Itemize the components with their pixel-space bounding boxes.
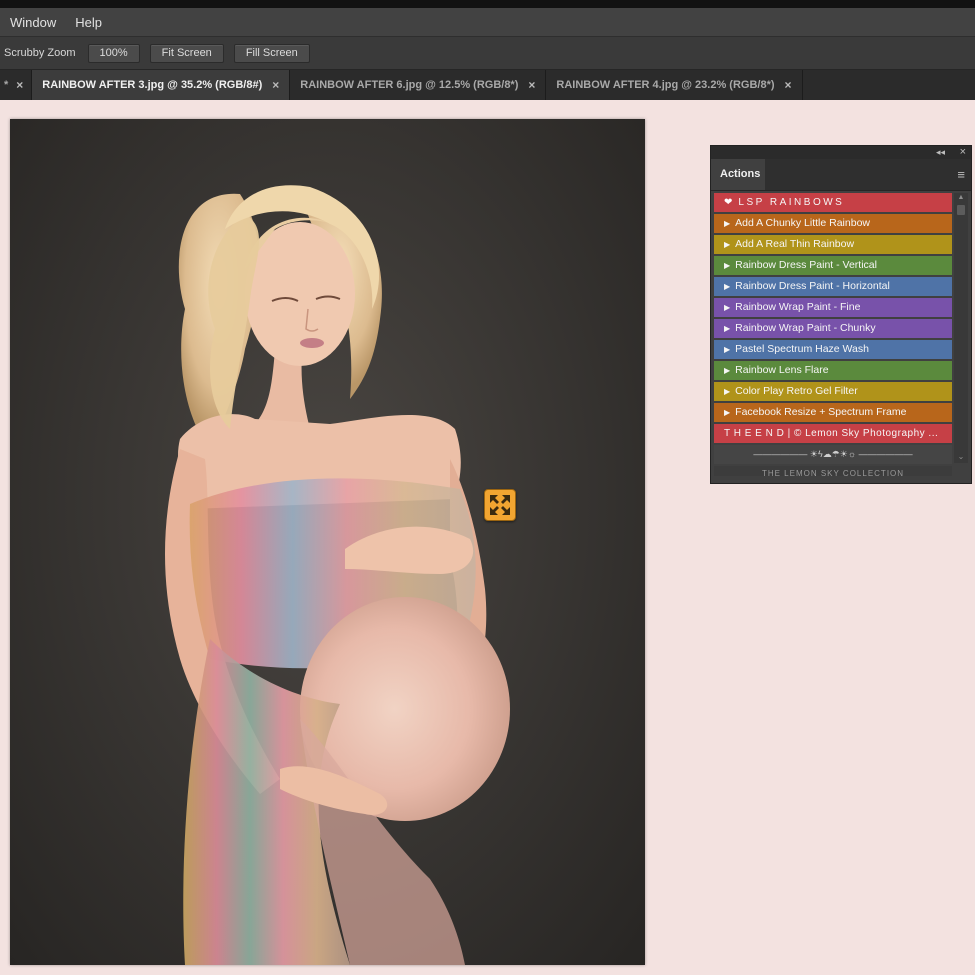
action-label: Rainbow Lens Flare xyxy=(735,364,829,376)
tab-rainbow-after-6[interactable]: RAINBOW AFTER 6.jpg @ 12.5% (RGB/8*) × xyxy=(290,70,547,100)
action-set-lsp-rainbows[interactable]: ❤ LSP RAINBOWS xyxy=(714,193,952,212)
tab-rainbow-after-3[interactable]: RAINBOW AFTER 3.jpg @ 35.2% (RGB/8#) × xyxy=(32,70,291,100)
close-icon[interactable]: × xyxy=(785,78,792,92)
play-icon: ▶ xyxy=(724,366,731,375)
action-label: Facebook Resize + Spectrum Frame xyxy=(735,406,907,418)
panel-header: ◂◂ × xyxy=(711,146,971,159)
panel-tab-row: Actions ≡ xyxy=(711,159,971,191)
play-icon: ▶ xyxy=(724,345,731,354)
scrubby-zoom-option[interactable]: Scrubby Zoom xyxy=(4,47,76,59)
action-label: Rainbow Wrap Paint - Fine xyxy=(735,301,861,313)
menu-window[interactable]: Window xyxy=(0,15,65,30)
collapse-icon[interactable]: ◂◂ xyxy=(936,146,945,159)
action-collection-footer[interactable]: THE LEMON SKY COLLECTION xyxy=(714,466,952,476)
tab-label: * xyxy=(4,79,9,91)
action-item[interactable]: ▶ Rainbow Dress Paint - Vertical xyxy=(714,256,952,275)
menu-bar: Window Help xyxy=(0,8,975,37)
document-canvas[interactable] xyxy=(10,119,645,965)
tab-label: RAINBOW AFTER 6.jpg @ 12.5% (RGB/8*) xyxy=(300,79,519,91)
document-tab-bar: * × RAINBOW AFTER 3.jpg @ 35.2% (RGB/8#)… xyxy=(0,70,975,100)
scroll-up-icon[interactable]: ▲ xyxy=(954,193,968,203)
fill-screen-button[interactable]: Fill Screen xyxy=(233,43,310,63)
action-item[interactable]: ▶ Rainbow Dress Paint - Horizontal xyxy=(714,277,952,296)
close-icon[interactable]: × xyxy=(16,78,23,92)
zoom-100-button[interactable]: 100% xyxy=(87,43,140,63)
action-item[interactable]: ▶ Rainbow Wrap Paint - Fine xyxy=(714,298,952,317)
action-set-label: LSP RAINBOWS xyxy=(738,197,845,208)
action-item[interactable]: ▶ Add A Real Thin Rainbow xyxy=(714,235,952,254)
scroll-down-icon[interactable]: ⌄ xyxy=(954,452,968,461)
expand-arrows-icon xyxy=(484,489,516,521)
menu-help[interactable]: Help xyxy=(65,15,111,30)
tab-actions[interactable]: Actions xyxy=(711,159,765,190)
action-label: Rainbow Wrap Paint - Chunky xyxy=(735,322,876,334)
action-item[interactable]: ▶ Color Play Retro Gel Filter xyxy=(714,382,952,401)
scroll-thumb[interactable] xyxy=(957,205,965,215)
options-bar: Scrubby Zoom 100% Fit Screen Fill Screen xyxy=(0,37,975,70)
action-label: T H E E N D | © Lemon Sky Photography ..… xyxy=(724,428,939,439)
action-label: Add A Chunky Little Rainbow xyxy=(735,217,870,229)
action-label: Color Play Retro Gel Filter xyxy=(735,385,858,397)
action-label: Add A Real Thin Rainbow xyxy=(735,238,855,250)
action-item[interactable]: ▶ Pastel Spectrum Haze Wash xyxy=(714,340,952,359)
fit-screen-button[interactable]: Fit Screen xyxy=(149,43,224,63)
play-icon: ▶ xyxy=(724,240,731,249)
close-icon[interactable]: × xyxy=(272,78,279,92)
action-label: Rainbow Dress Paint - Horizontal xyxy=(735,280,890,292)
title-strip xyxy=(0,0,975,8)
maternity-photo xyxy=(165,185,510,965)
play-icon: ▶ xyxy=(724,387,731,396)
play-icon: ▶ xyxy=(724,303,731,312)
action-label: Rainbow Dress Paint - Vertical xyxy=(735,259,877,271)
tab-label: RAINBOW AFTER 3.jpg @ 35.2% (RGB/8#) xyxy=(42,79,263,91)
action-list: ❤ LSP RAINBOWS ▶ Add A Chunky Little Rainb… xyxy=(714,193,952,478)
actions-panel: ◂◂ × Actions ≡ ❤ LSP RAINBOWS ▶ Add A Chun… xyxy=(710,145,972,484)
action-item[interactable]: ▶ Add A Chunky Little Rainbow xyxy=(714,214,952,233)
tab-partial[interactable]: * × xyxy=(0,70,33,100)
action-item[interactable]: ▶ Rainbow Lens Flare xyxy=(714,361,952,380)
action-list-scrollbar[interactable]: ▲ ⌄ xyxy=(954,193,968,463)
close-icon[interactable]: × xyxy=(528,78,535,92)
play-icon: ▶ xyxy=(724,324,731,333)
action-item[interactable]: ▶ Facebook Resize + Spectrum Frame xyxy=(714,403,952,422)
panel-menu-icon[interactable]: ≡ xyxy=(957,167,965,182)
play-icon: ▶ xyxy=(724,282,731,291)
heart-icon: ❤ xyxy=(724,197,733,208)
action-the-end[interactable]: T H E E N D | © Lemon Sky Photography ..… xyxy=(714,424,952,443)
play-icon: ▶ xyxy=(724,261,731,270)
close-icon[interactable]: × xyxy=(960,146,966,159)
play-icon: ▶ xyxy=(724,219,731,228)
action-item[interactable]: ▶ Rainbow Wrap Paint - Chunky xyxy=(714,319,952,338)
action-label: Pastel Spectrum Haze Wash xyxy=(735,343,869,355)
tab-rainbow-after-4[interactable]: RAINBOW AFTER 4.jpg @ 23.2% (RGB/8*) × xyxy=(546,70,803,100)
play-icon: ▶ xyxy=(724,408,731,417)
action-divider[interactable]: —————— ☀ϟ☁☂☀☼ —————— xyxy=(714,445,952,464)
tab-label: RAINBOW AFTER 4.jpg @ 23.2% (RGB/8*) xyxy=(556,79,775,91)
